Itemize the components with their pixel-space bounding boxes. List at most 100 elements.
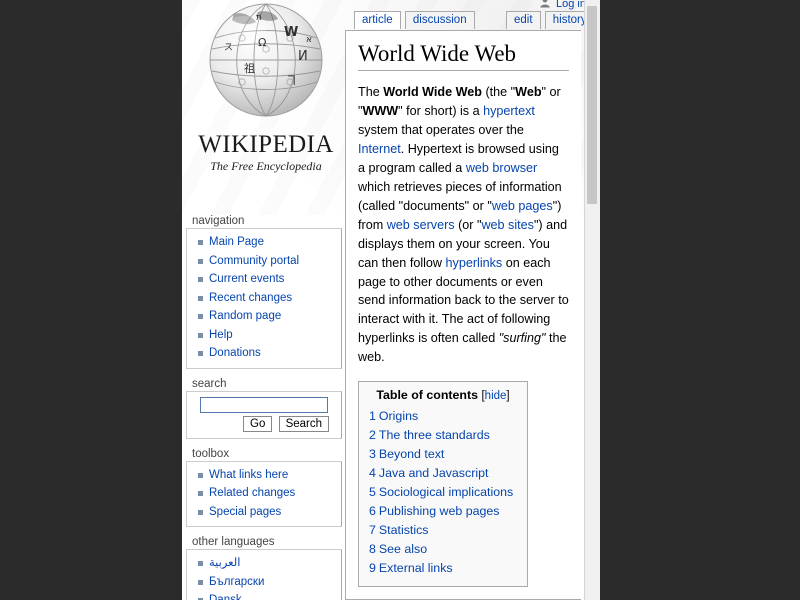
- portlet-toolbox: toolbox What links here Related changes Sp…: [186, 448, 342, 528]
- toc-entry-number: 8: [369, 542, 376, 556]
- toc-entry[interactable]: 6Publishing web pages: [369, 502, 517, 521]
- sidebar-item-lang-dansk[interactable]: Dansk: [209, 594, 242, 600]
- toc-entry-link[interactable]: 9External links: [369, 561, 453, 575]
- toc-entry[interactable]: 5Sociological implications: [369, 483, 517, 502]
- article-link[interactable]: hypertext: [483, 104, 535, 118]
- toc-entry[interactable]: 4Java and Javascript: [369, 464, 517, 483]
- portlet-toolbox-heading: toolbox: [186, 448, 342, 460]
- toc-entry-number: 3: [369, 447, 376, 461]
- bullet-icon: [198, 510, 203, 515]
- toc-entry-label: External links: [379, 561, 453, 575]
- sidebar-item-nav-help[interactable]: Help: [209, 329, 233, 341]
- sidebar-item-nav-donations[interactable]: Donations: [209, 347, 261, 359]
- article-content: World Wide Web The World Wide Web (the "…: [345, 30, 581, 600]
- list-item[interactable]: What links here: [187, 466, 341, 485]
- vertical-scrollbar[interactable]: [584, 0, 600, 600]
- list-item[interactable]: Donations: [187, 344, 341, 363]
- portlet-other-languages-heading: other languages: [186, 536, 342, 548]
- other-languages-list: العربية Български Dansk: [187, 554, 341, 600]
- toc-entry-link[interactable]: 1Origins: [369, 409, 418, 423]
- article-link[interactable]: hyperlinks: [446, 256, 503, 270]
- sidebar-item-lang-[interactable]: العربية: [209, 557, 240, 569]
- toc-entry-number: 5: [369, 485, 376, 499]
- toc-entry[interactable]: 7Statistics: [369, 521, 517, 540]
- list-item[interactable]: Dansk: [187, 591, 341, 600]
- bullet-icon: [198, 296, 203, 301]
- toc-entry-link[interactable]: 6Publishing web pages: [369, 504, 499, 518]
- sidebar-item-tool-related-changes[interactable]: Related changes: [209, 487, 295, 499]
- article-text: " for short) is a: [398, 104, 483, 118]
- login-link[interactable]: Log in: [556, 0, 586, 10]
- sidebar-item-tool-special-pages[interactable]: Special pages: [209, 506, 281, 518]
- tab-edit[interactable]: edit: [506, 11, 541, 29]
- article-link[interactable]: web servers: [387, 218, 455, 232]
- search-input[interactable]: [200, 397, 328, 413]
- toc-title-text: Table of contents: [376, 388, 478, 402]
- user-icon: [539, 0, 551, 8]
- portlet-other-languages: other languages العربية Български Dansk: [186, 536, 342, 600]
- search-go-button[interactable]: Go: [243, 416, 272, 432]
- sidebar-item-nav-current-events[interactable]: Current events: [209, 273, 284, 285]
- list-item[interactable]: Related changes: [187, 484, 341, 503]
- sidebar-item-tool-what-links-here[interactable]: What links here: [209, 469, 288, 481]
- bullet-icon: [198, 314, 203, 319]
- toc-entry-label: Sociological implications: [379, 485, 513, 499]
- portlet-navigation: navigation Main PageCommunity portalCurr…: [186, 215, 342, 369]
- scrollbar-thumb[interactable]: [587, 6, 597, 204]
- sidebar-item-lang-[interactable]: Български: [209, 576, 264, 588]
- toc-entry-label: Beyond text: [379, 447, 444, 461]
- list-item[interactable]: العربية: [187, 554, 341, 573]
- portlet-search-body: Go Search: [186, 391, 342, 439]
- toc-entry-label: Statistics: [379, 523, 429, 537]
- bullet-icon: [198, 277, 203, 282]
- sidebar-item-nav-main-page[interactable]: Main Page: [209, 236, 264, 248]
- toc-entry-number: 1: [369, 409, 376, 423]
- personal-tools: Log in: [539, 0, 586, 10]
- list-item[interactable]: Community portal: [187, 252, 341, 271]
- toc-entry[interactable]: 2The three standards: [369, 426, 517, 445]
- tab-discussion[interactable]: discussion: [405, 11, 475, 29]
- toc-entry[interactable]: 9External links: [369, 559, 517, 578]
- article-text: The: [358, 85, 383, 99]
- wikipedia-logo[interactable]: Ω W И 祖 ス ヿ א ת WIKIPEDIA The Free Encyc…: [186, 0, 346, 174]
- sidebar-item-nav-community-portal[interactable]: Community portal: [209, 255, 299, 267]
- tab-article[interactable]: article: [354, 11, 401, 29]
- logo-tagline: The Free Encyclopedia: [186, 159, 346, 174]
- article-text: (the ": [482, 85, 515, 99]
- toc-entry-label: Publishing web pages: [379, 504, 500, 518]
- toc-entry-link[interactable]: 4Java and Javascript: [369, 466, 488, 480]
- article-link[interactable]: Internet: [358, 142, 401, 156]
- svg-text:祖: 祖: [244, 61, 255, 75]
- navigation-list: Main Page Community portal Current events R…: [187, 233, 341, 363]
- toc-entry-label: See also: [379, 542, 427, 556]
- toc-entry-link[interactable]: 7Statistics: [369, 523, 428, 537]
- list-item[interactable]: Main Page: [187, 233, 341, 252]
- list-item[interactable]: Special pages: [187, 503, 341, 522]
- toc-entry-number: 9: [369, 561, 376, 575]
- toc-entry[interactable]: 1Origins: [369, 407, 517, 426]
- sidebar-item-nav-random-page[interactable]: Random page: [209, 310, 281, 322]
- article-link[interactable]: web sites: [481, 218, 534, 232]
- portlet-search: search Go Search: [186, 378, 342, 439]
- article-link[interactable]: web browser: [466, 161, 537, 175]
- toc-entry-link[interactable]: 8See also: [369, 542, 427, 556]
- list-item[interactable]: Български: [187, 573, 341, 592]
- search-submit-button[interactable]: Search: [279, 416, 329, 432]
- toc-entry[interactable]: 8See also: [369, 540, 517, 559]
- toc-entry-number: 6: [369, 504, 376, 518]
- toc-entry-link[interactable]: 5Sociological implications: [369, 485, 513, 499]
- logo-wordmark-text: WIKIPEDIA: [198, 131, 334, 158]
- list-item[interactable]: Help: [187, 326, 341, 345]
- toc-entry-link[interactable]: 3Beyond text: [369, 447, 444, 461]
- sidebar-item-nav-recent-changes[interactable]: Recent changes: [209, 292, 292, 304]
- toc-entry[interactable]: 3Beyond text: [369, 445, 517, 464]
- toc-hide-link[interactable]: hide: [485, 390, 507, 402]
- portlet-search-heading: search: [186, 378, 342, 390]
- bullet-icon: [198, 561, 203, 566]
- list-item[interactable]: Current events: [187, 270, 341, 289]
- toc-entry-link[interactable]: 2The three standards: [369, 428, 490, 442]
- list-item[interactable]: Random page: [187, 307, 341, 326]
- list-item[interactable]: Recent changes: [187, 289, 341, 308]
- article-link[interactable]: web pages: [492, 199, 553, 213]
- portlet-toolbox-body: What links here Related changes Special pa…: [186, 461, 342, 528]
